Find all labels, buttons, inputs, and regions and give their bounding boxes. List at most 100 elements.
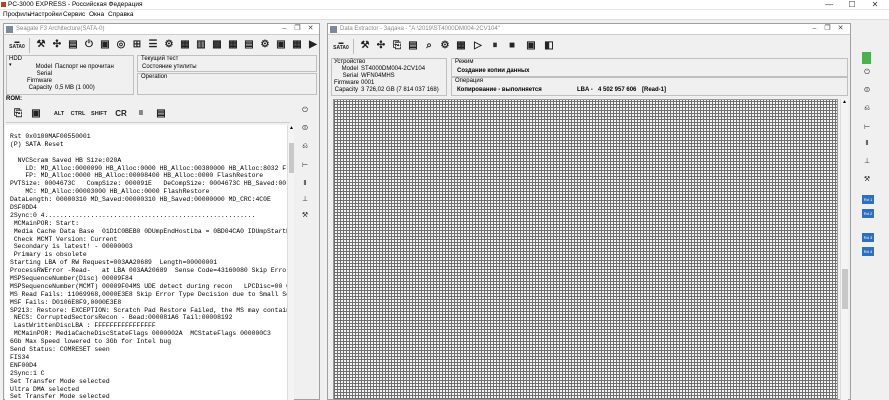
pause-icon[interactable]: ⏸ [487,37,503,54]
log-line: Primary is obsolete [10,251,87,259]
layers-icon[interactable]: ☰ [145,36,161,53]
run-arrow-icon[interactable]: ▶ [305,36,321,53]
tools-side-icon[interactable]: ⚒ [300,210,310,220]
menu-settings[interactable]: Настройки [30,11,62,18]
read-mode-1-icon[interactable]: Rd 1 [862,195,874,204]
toolbar-separator [353,39,354,54]
config-icon[interactable]: ⚙ [257,36,273,53]
power-on-icon[interactable]: ⏻ [81,36,97,53]
minimize-button[interactable]: — [818,0,840,10]
terminal-scrollbar[interactable]: ▲ [287,125,294,400]
sectors-icon[interactable]: ▦ [453,37,469,54]
open-file-icon[interactable]: ⎘ [10,105,26,122]
menu-help[interactable]: Справка [108,11,134,18]
arrow-right-icon[interactable]: ▷ [470,37,486,54]
log-line: MC: MD_Alloc:00003000 HB_Alloc:0000 Flas… [10,188,210,196]
sata-label: SATA0 [9,43,25,50]
menu-profile[interactable]: Профиль [3,11,31,18]
tools-side-icon[interactable]: ⚒ [862,174,872,184]
plug-icon[interactable]: ⊥ [300,194,310,204]
capacity-value: 3 726,02 GB (7 814 037 168) [361,87,439,93]
terminal-log[interactable]: Rst 0x0100MAF00550001 (P) SATA Reset NVCS… [5,125,287,400]
scroll-thumb[interactable] [842,269,848,309]
log-line: MCMainPOR: Start: [10,219,80,227]
chip-icon[interactable]: ▣ [523,37,539,54]
media-icon[interactable]: ◧ [541,37,557,54]
clear-log-icon[interactable]: ▤ [153,105,169,122]
sata-port-button[interactable]: ▬ SATA0 [8,36,26,53]
log-line: Set Transfer Mode selected [10,393,110,400]
log-line: MSF Fails: D0106E8F9,0000E3E8 [10,298,122,306]
power-0-icon[interactable]: ⏻ [862,68,872,78]
sector-map-scrollbar[interactable]: ▲ [840,99,848,400]
tasks-icon[interactable]: ▤ [405,37,421,54]
db-icon[interactable]: ⊞ [129,36,145,53]
save-rom-icon[interactable]: ▣ [28,105,44,122]
map-icon[interactable]: ▤ [241,36,257,53]
fan-icon[interactable]: ✣ [49,36,65,53]
left-window-minimize-button[interactable]: – [280,25,289,33]
search-icon[interactable]: ⌕ [421,37,437,54]
table-icon[interactable]: ▩ [209,36,225,53]
read-mode-4-icon[interactable]: Rd 4 [862,247,874,256]
scroll-up-icon[interactable]: ▲ [289,125,294,131]
hdd-icon[interactable]: ▤ [65,36,81,53]
read-mode-2-icon[interactable]: Rd 2 [862,209,874,218]
chip-icon[interactable]: ▣ [97,36,113,53]
scroll-up-icon[interactable]: ▲ [842,99,847,105]
tools-icon[interactable]: ⚒ [357,37,373,54]
sectors-icon[interactable]: ▦ [289,36,305,53]
model-value: Паспорт не прочитан [55,64,114,70]
copy-icon[interactable]: ⎘ [389,37,405,54]
right-window-close-button[interactable]: ✕ [836,25,845,33]
tools-icon[interactable]: ⚒ [33,36,49,53]
reset-icon[interactable]: ⎌ [862,104,872,114]
maximize-button[interactable]: ☐ [841,0,863,10]
current-test-value: Состояние утилиты [142,64,197,70]
operation-label: Операция [455,78,483,84]
current-test-panel: Текущий тест Состояние утилиты [137,55,317,72]
toolbar-separator [29,38,30,53]
sector-map-grid[interactable] [333,99,838,400]
scroll-thumb[interactable] [289,143,294,173]
flash-icon[interactable]: ▦ [177,36,193,53]
read-mode-3-icon[interactable]: Rd 3 [862,233,874,242]
plug-icon[interactable]: ⊥ [862,156,872,166]
close-button[interactable]: ✕ [864,0,886,10]
sata-port-button[interactable]: ▬ SATA0 [332,37,350,54]
export-icon[interactable]: ▣ [273,36,289,53]
pause-side-icon[interactable]: Ⅱ [300,178,310,188]
fan-icon[interactable]: ✣ [373,37,389,54]
power-1-icon[interactable]: ⏼ [300,124,310,134]
reset-icon[interactable]: ⎌ [300,142,310,152]
operation-panel: Operation [137,73,317,95]
rom-toolbar: ⎘ ▣ ALT CTRL SHIFT CR II ▤ [6,105,290,123]
ctrl-key-button[interactable]: CTRL [68,105,88,122]
pause-button[interactable]: II [133,105,149,122]
right-window-minimize-button[interactable]: – [810,25,819,33]
stop-icon[interactable]: ■ [504,37,520,54]
cr-key-button[interactable]: CR [112,105,130,122]
module-icon[interactable]: ▥ [193,36,209,53]
pause-side-icon[interactable]: Ⅱ [862,138,872,148]
grid-icon[interactable]: ▦ [225,36,241,53]
menu-windows[interactable]: Окна [89,11,104,18]
green-device-icon[interactable] [862,52,871,64]
alt-key-button[interactable]: ALT [50,105,68,122]
tests-icon[interactable]: ⚙ [161,36,177,53]
disk-icon[interactable]: ◎ [113,36,129,53]
menu-bar: Профиль Настройки Сервис Окна Справка [0,10,889,20]
log-line: ENF00D4 [10,361,37,369]
settings-icon[interactable]: ⚙ [437,37,453,54]
shift-key-button[interactable]: SHIFT [88,105,110,122]
cable-icon[interactable]: ⊢ [300,160,310,170]
right-window-restore-button[interactable]: ❐ [823,25,832,33]
power-1-icon[interactable]: ⏼ [862,86,872,96]
left-window-restore-button[interactable]: ❐ [293,25,302,33]
cable-icon[interactable]: ⊢ [862,122,872,132]
left-window-close-button[interactable]: ✕ [306,25,315,33]
power-0-icon[interactable]: ⏻ [300,106,310,116]
menu-service[interactable]: Сервис [63,11,85,18]
log-line: 6Gb Max Speed lowered to 3Gb for Intel b… [10,338,172,346]
device-panel-label: Устройство [334,59,366,65]
